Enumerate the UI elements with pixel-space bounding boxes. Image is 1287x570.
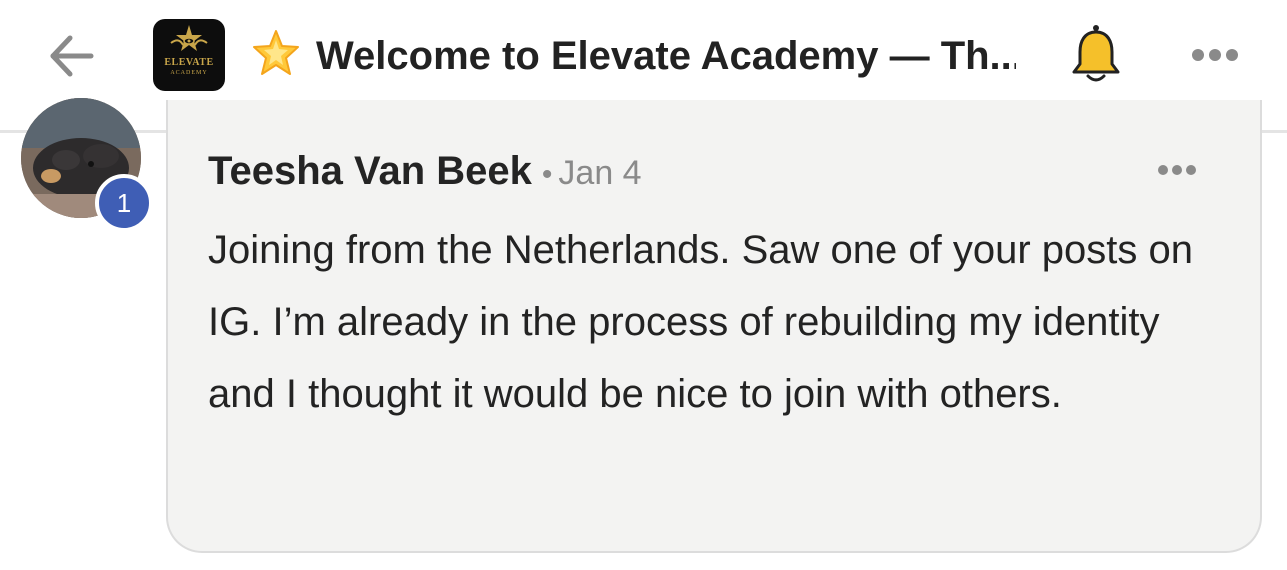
comment-author[interactable]: Teesha Van Beek (208, 149, 532, 193)
logo-emblem-icon (170, 25, 208, 51)
logo-subtext: ACADEMY (170, 70, 208, 76)
comment-body: Joining from the Netherlands. Saw one of… (208, 228, 1193, 416)
more-horizontal-icon (1192, 49, 1204, 61)
header-more-button[interactable] (1185, 40, 1245, 70)
avatar-level-badge: 1 (95, 174, 153, 232)
meta-separator: • (541, 158, 553, 191)
comment-more-button[interactable] (1150, 155, 1204, 185)
more-horizontal-icon (1158, 165, 1168, 175)
comment-date: Jan 4 (558, 154, 642, 192)
glowing-star-icon (253, 30, 299, 75)
bell-icon (1072, 25, 1120, 82)
back-button[interactable] (40, 25, 102, 87)
group-logo[interactable]: ELEVATE ACADEMY (153, 19, 225, 91)
notifications-button[interactable] (1066, 22, 1126, 86)
arrow-left-icon (50, 35, 94, 77)
comment-meta: Teesha Van Beek • Jan 4 (208, 143, 642, 199)
logo-text: ELEVATE (164, 57, 214, 68)
page-title: Welcome to Elevate Academy — Th... (316, 34, 1016, 78)
